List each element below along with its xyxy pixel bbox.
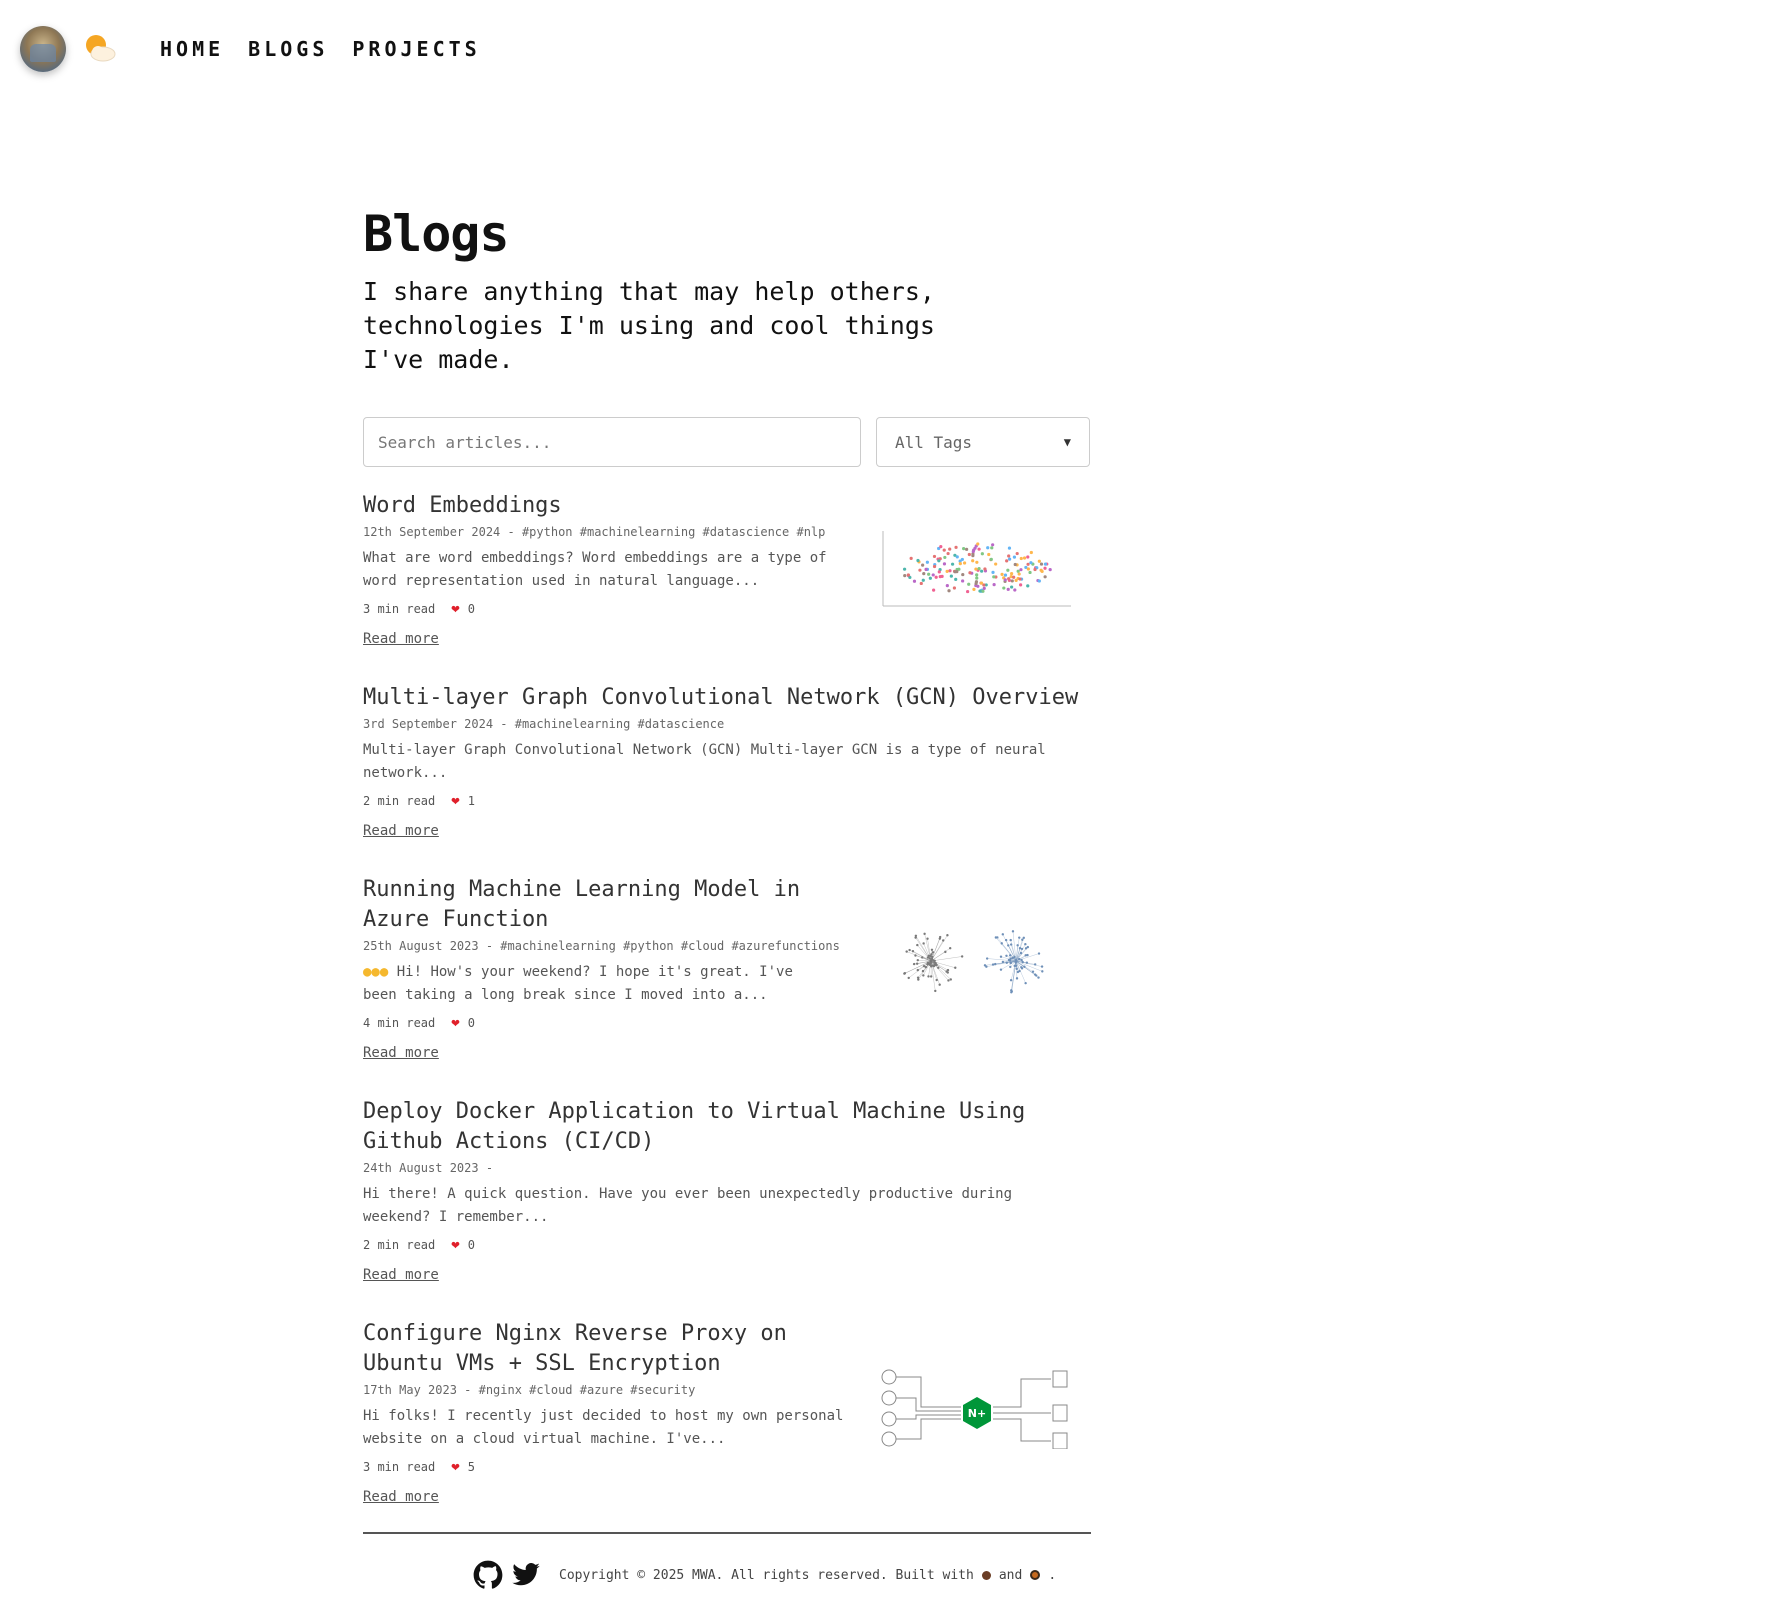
article-card: Deploy Docker Application to Virtual Mac… — [363, 1097, 1091, 1283]
article-stats: 2 min read ❤ 0 — [363, 1237, 1091, 1253]
article-stats: 4 min read ❤ 0 — [363, 1015, 1091, 1031]
article-title[interactable]: Deploy Docker Application to Virtual Mac… — [363, 1097, 1043, 1157]
heart-icon[interactable]: ❤ — [451, 1237, 459, 1253]
article-title[interactable]: Multi-layer Graph Convolutional Network … — [363, 683, 1091, 713]
page-title: Blogs — [363, 205, 510, 263]
read-time: 2 min read — [363, 1238, 436, 1252]
twitter-icon[interactable] — [511, 1560, 541, 1590]
article-title[interactable]: Configure Nginx Reverse Proxy on Ubuntu … — [363, 1319, 863, 1379]
nav-blogs-link[interactable]: BLOGS — [248, 37, 328, 61]
sun-icon: ●●● — [363, 964, 389, 980]
article-excerpt: Hi there! A quick question. Have you eve… — [363, 1186, 1013, 1225]
heart-icon[interactable]: ❤ — [451, 1459, 459, 1475]
read-more-link[interactable]: Read more — [363, 631, 439, 647]
footer-divider — [363, 1532, 1091, 1534]
article-excerpt: Hi folks! I recently just decided to hos… — [363, 1408, 844, 1447]
read-time: 3 min read — [363, 1460, 436, 1474]
page-subtitle: I share anything that may help others, t… — [363, 277, 935, 374]
like-count: 0 — [467, 1016, 475, 1030]
read-more-link[interactable]: Read more — [363, 1489, 439, 1505]
nginx-logo-text: N+ — [968, 1407, 986, 1420]
article-meta: 24th August 2023 - — [363, 1161, 494, 1175]
footer: Copyright © 2025 MWA. All rights reserve… — [473, 1560, 1056, 1590]
heart-icon[interactable]: ❤ — [451, 1015, 459, 1031]
footer-end: . — [1048, 1567, 1057, 1583]
filters: All Tags ▼ — [363, 417, 1091, 467]
like-count: 0 — [467, 602, 475, 616]
word-embeddings-thumbnail — [882, 531, 1071, 607]
nav-projects-link[interactable]: PROJECTS — [352, 37, 480, 61]
article-card: Running Machine Learning Model in Azure … — [363, 875, 1091, 1061]
copyright-text: Copyright © 2025 MWA. All rights reserve… — [559, 1567, 974, 1583]
article-title[interactable]: Word Embeddings — [363, 491, 1091, 521]
avatar[interactable] — [20, 26, 66, 72]
tag-select[interactable]: All Tags ▼ — [876, 417, 1090, 467]
chevron-down-icon: ▼ — [1063, 435, 1071, 449]
main-content: Blogs I share anything that may help oth… — [363, 205, 1091, 1505]
article-stats: 3 min read ❤ 5 — [363, 1459, 1091, 1475]
article-excerpt: Multi-layer Graph Convolutional Network … — [363, 742, 1046, 781]
like-count: 1 — [467, 794, 475, 808]
article-card: Configure Nginx Reverse Proxy on Ubuntu … — [363, 1319, 1091, 1505]
search-input[interactable] — [363, 417, 861, 467]
heart-icon[interactable]: ❤ — [451, 793, 459, 809]
read-time: 4 min read — [363, 1016, 436, 1030]
read-more-link[interactable]: Read more — [363, 823, 439, 839]
graph-network-thumbnail — [903, 930, 1044, 994]
nav-home-link[interactable]: HOME — [160, 37, 224, 61]
article-card: Word Embeddings 12th September 2024 - #p… — [363, 491, 1091, 647]
read-time: 3 min read — [363, 602, 436, 616]
article-title[interactable]: Running Machine Learning Model in Azure … — [363, 875, 823, 935]
github-icon[interactable] — [473, 1560, 503, 1590]
nginx-diagram-thumbnail: N+ — [881, 1369, 1068, 1449]
article-excerpt: What are word embeddings? Word embedding… — [363, 550, 827, 589]
article-excerpt: ●●● Hi! How's your weekend? I hope it's … — [363, 961, 833, 1007]
footer-and: and — [998, 1567, 1023, 1583]
like-count: 5 — [467, 1460, 475, 1474]
tag-select-value: All Tags — [895, 432, 973, 452]
like-count: 0 — [467, 1238, 475, 1252]
donut-icon — [1030, 1570, 1041, 1580]
top-nav: HOME BLOGS PROJECTS — [20, 26, 481, 72]
article-meta: 3rd September 2024 - #machinelearning #d… — [363, 717, 725, 731]
weather-icon — [82, 31, 118, 67]
article-stats: 2 min read ❤ 1 — [363, 793, 1091, 809]
coffee-icon — [981, 1570, 991, 1580]
read-time: 2 min read — [363, 794, 436, 808]
heart-icon[interactable]: ❤ — [451, 601, 459, 617]
read-more-link[interactable]: Read more — [363, 1045, 439, 1061]
article-excerpt-text: Hi! How's your weekend? I hope it's grea… — [363, 964, 793, 1003]
article-card: Multi-layer Graph Convolutional Network … — [363, 683, 1091, 839]
read-more-link[interactable]: Read more — [363, 1267, 439, 1283]
nav-links: HOME BLOGS PROJECTS — [136, 37, 481, 61]
